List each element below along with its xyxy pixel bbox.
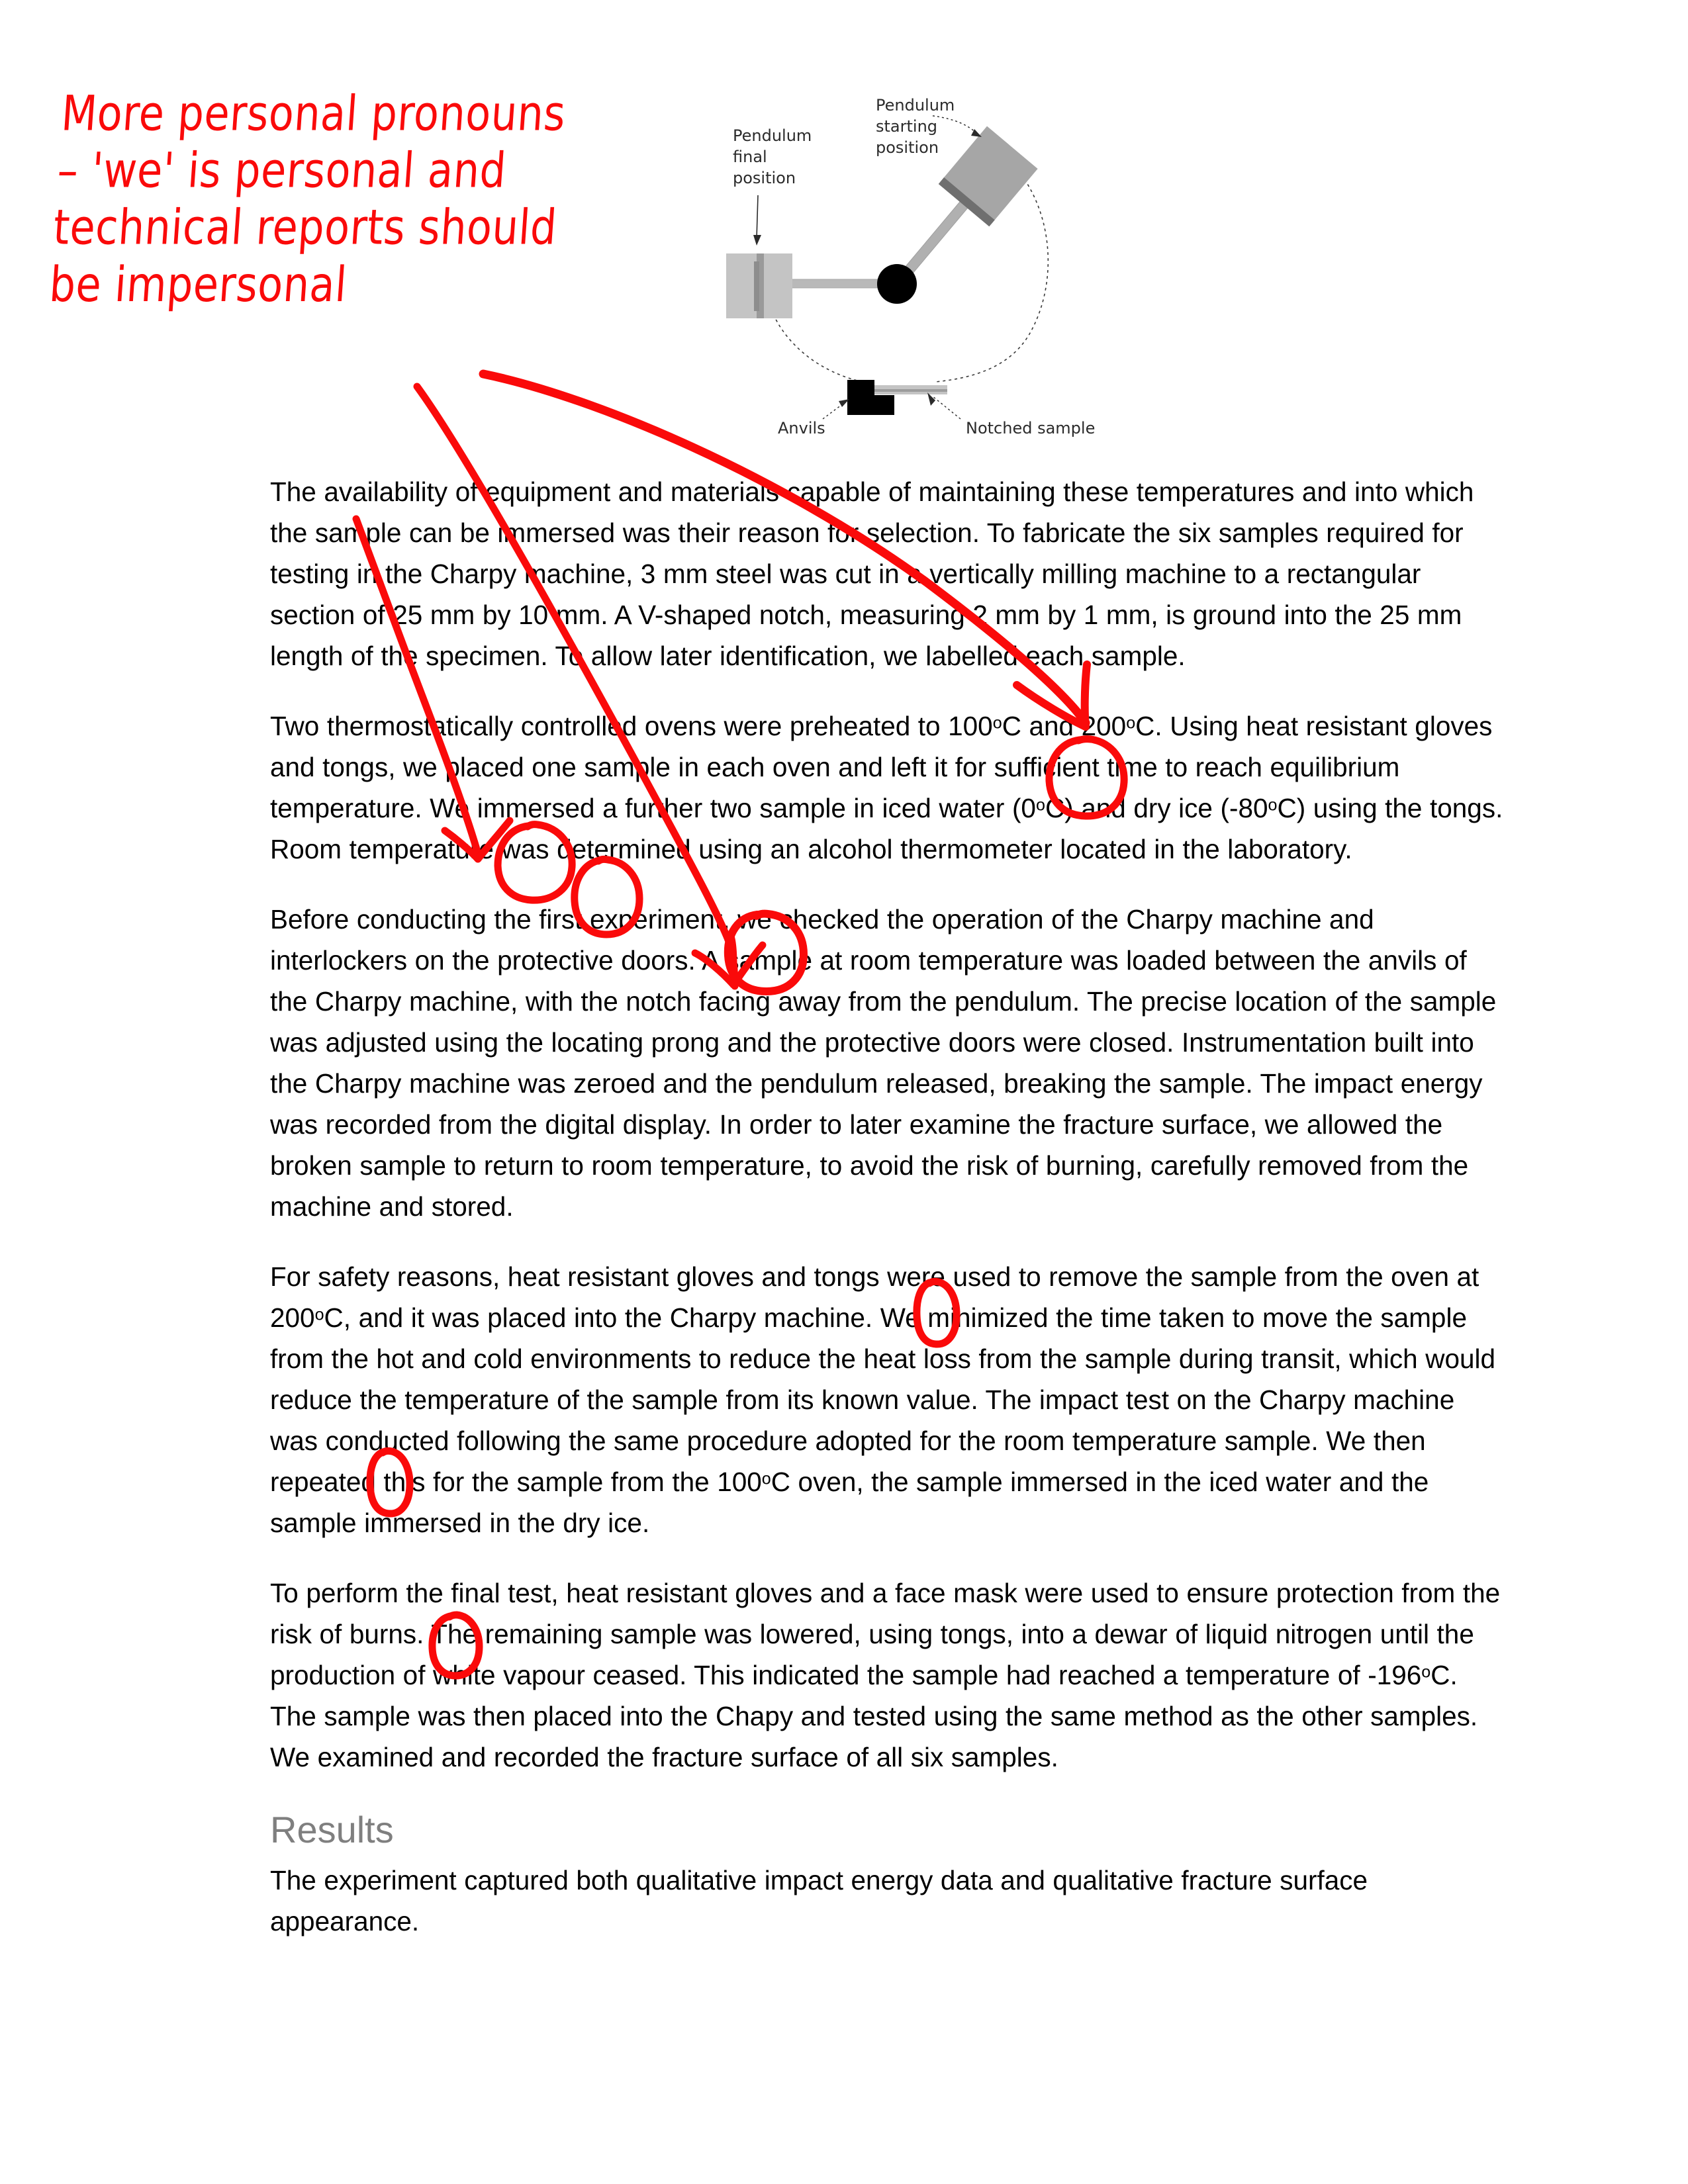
document-page: More personal pronouns – 'we' is persona… — [0, 0, 1688, 2184]
document-body: The availability of equipment and materi… — [270, 471, 1505, 1942]
paragraph-2: Two thermostatically controlled ovens we… — [270, 711, 1503, 864]
label-pendulum-final-1: Pendulum — [733, 126, 812, 145]
paragraph-4: For safety reasons, heat resistant glove… — [270, 1261, 1496, 1538]
degree-superscript: o — [1268, 796, 1278, 815]
label-pendulum-start-2: starting — [876, 117, 937, 136]
paragraph-3: Before conducting the first experiment, … — [270, 904, 1497, 1222]
degree-superscript: o — [1421, 1662, 1431, 1682]
handwritten-annotation: More personal pronouns – 'we' is persona… — [47, 85, 568, 314]
label-notched-sample: Notched sample — [966, 419, 1095, 437]
paragraph-5: To perform the final test, heat resistan… — [270, 1578, 1501, 1772]
degree-superscript: o — [1035, 796, 1045, 815]
degree-superscript: o — [761, 1469, 771, 1488]
label-pendulum-start-1: Pendulum — [876, 96, 955, 114]
degree-superscript: o — [314, 1305, 324, 1324]
label-pendulum-start-3: position — [876, 138, 939, 157]
degree-superscript: o — [1126, 713, 1136, 733]
results-section-heading: Results — [270, 1809, 394, 1850]
results-paragraph: The experiment captured both qualitative… — [270, 1865, 1368, 1936]
charpy-impact-test-diagram: Pendulum final position Pendulum startin… — [685, 63, 1122, 440]
degree-superscript: o — [992, 713, 1002, 733]
paragraph-1: The availability of equipment and materi… — [270, 477, 1474, 671]
label-anvils: Anvils — [778, 419, 825, 437]
label-pendulum-final-2: final — [733, 148, 767, 166]
label-pendulum-final-3: position — [733, 169, 796, 187]
